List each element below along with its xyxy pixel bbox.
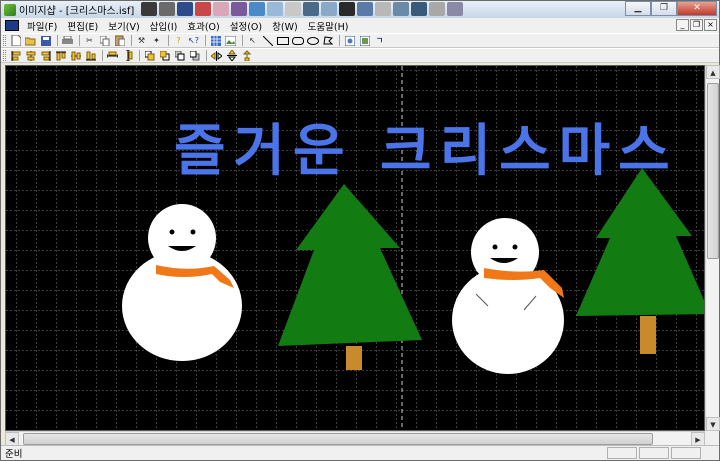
- rounded-rectangle-icon[interactable]: [291, 35, 304, 47]
- grid-icon[interactable]: [209, 35, 222, 47]
- insert-picture-icon[interactable]: [343, 35, 356, 47]
- context-help-icon[interactable]: ↖?: [187, 35, 200, 47]
- main-toolbar: ✂ ⚒ ✦ ? ↖? ↖ ㄱ: [1, 33, 719, 48]
- status-bar: 준비: [1, 445, 719, 460]
- align-middle-icon[interactable]: [69, 50, 82, 62]
- vertical-scroll-thumb[interactable]: [707, 83, 719, 259]
- paste-icon[interactable]: [113, 35, 126, 47]
- menu-effect[interactable]: 효과(O): [182, 19, 224, 33]
- align-center-icon[interactable]: [24, 50, 37, 62]
- doc-minimize-button[interactable]: _: [676, 19, 689, 31]
- print-icon[interactable]: [61, 35, 74, 47]
- help-icon[interactable]: ?: [172, 35, 185, 47]
- document-icon[interactable]: [5, 20, 19, 31]
- select-arrow-icon[interactable]: ↖: [246, 35, 259, 47]
- open-icon[interactable]: [24, 35, 37, 47]
- same-width-icon[interactable]: [106, 50, 119, 62]
- window-controls: ▁ ❐ ✕: [625, 1, 717, 16]
- close-button[interactable]: ✕: [677, 1, 717, 16]
- drawing-canvas[interactable]: 즐거운 크리스마스: [5, 65, 705, 431]
- background-taskbar-strip: [141, 2, 571, 16]
- save-icon[interactable]: [39, 35, 52, 47]
- send-backward-icon[interactable]: [188, 50, 201, 62]
- image-icon[interactable]: [224, 35, 237, 47]
- horizontal-scroll-thumb[interactable]: [23, 433, 653, 445]
- align-top-icon[interactable]: [54, 50, 67, 62]
- align-right-icon[interactable]: [39, 50, 52, 62]
- line-icon[interactable]: [261, 35, 274, 47]
- scroll-right-arrow-icon[interactable]: ▶: [691, 432, 705, 446]
- send-back-icon[interactable]: [158, 50, 171, 62]
- vertical-scrollbar[interactable]: ▲ ▼: [705, 65, 720, 431]
- menu-edit[interactable]: 편집(E): [62, 19, 103, 33]
- align-left-icon[interactable]: [9, 50, 22, 62]
- status-text: 준비: [5, 449, 23, 460]
- ellipse-icon[interactable]: [306, 35, 319, 47]
- doc-close-button[interactable]: ×: [704, 19, 717, 31]
- rectangle-icon[interactable]: [276, 35, 289, 47]
- magic-icon[interactable]: ✦: [150, 35, 163, 47]
- polygon-icon[interactable]: [321, 35, 334, 47]
- scroll-down-arrow-icon[interactable]: ▼: [706, 417, 720, 431]
- app-window: 이미지샵 - [크리스마스.isf] ▁ ❐ ✕ 파일(F) 편집(E) 보기(…: [0, 0, 720, 461]
- flip-vertical-icon[interactable]: [225, 50, 238, 62]
- menu-insert[interactable]: 삽입(I): [145, 19, 183, 33]
- app-icon: [4, 3, 16, 16]
- document-window-controls: _ ❐ ×: [676, 19, 717, 31]
- copy-icon[interactable]: [98, 35, 111, 47]
- menu-bar: 파일(F) 편집(E) 보기(V) 삽입(I) 효과(O) 설정(O) 창(W)…: [1, 18, 719, 33]
- bring-forward-icon[interactable]: [173, 50, 186, 62]
- cut-icon[interactable]: ✂: [83, 35, 96, 47]
- flip-horizontal-icon[interactable]: [210, 50, 223, 62]
- insert-object-icon[interactable]: [358, 35, 371, 47]
- text-icon[interactable]: ㄱ: [373, 35, 386, 47]
- same-height-icon[interactable]: [121, 50, 134, 62]
- align-bottom-icon[interactable]: [84, 50, 97, 62]
- menu-view[interactable]: 보기(V): [103, 19, 144, 33]
- new-icon[interactable]: [9, 35, 22, 47]
- window-title: 이미지샵 - [크리스마스.isf]: [19, 6, 135, 17]
- canvas-artwork[interactable]: 즐거운 크리스마스: [6, 66, 705, 431]
- menu-help[interactable]: 도움말(H): [303, 19, 354, 33]
- minimize-button[interactable]: ▁: [625, 1, 651, 16]
- title-bar: 이미지샵 - [크리스마스.isf] ▁ ❐ ✕: [1, 1, 719, 18]
- scroll-up-arrow-icon[interactable]: ▲: [706, 65, 720, 79]
- menu-window[interactable]: 창(W): [267, 19, 303, 33]
- status-panels: [607, 447, 701, 459]
- tools-icon[interactable]: ⚒: [135, 35, 148, 47]
- scroll-corner: [705, 431, 719, 445]
- horizontal-scrollbar[interactable]: ◀ ▶: [5, 431, 705, 446]
- bring-front-icon[interactable]: [143, 50, 156, 62]
- arrange-toolbar: [1, 48, 719, 63]
- menu-settings[interactable]: 설정(O): [225, 19, 267, 33]
- rotate-icon[interactable]: [240, 50, 253, 62]
- scroll-left-arrow-icon[interactable]: ◀: [5, 432, 19, 446]
- doc-restore-button[interactable]: ❐: [690, 19, 703, 31]
- maximize-button[interactable]: ❐: [651, 1, 677, 16]
- toolbar-grip[interactable]: [3, 35, 6, 46]
- toolbar-grip[interactable]: [3, 50, 6, 61]
- menu-file[interactable]: 파일(F): [22, 19, 62, 33]
- greeting-text[interactable]: 즐거운 크리스마스: [174, 119, 678, 184]
